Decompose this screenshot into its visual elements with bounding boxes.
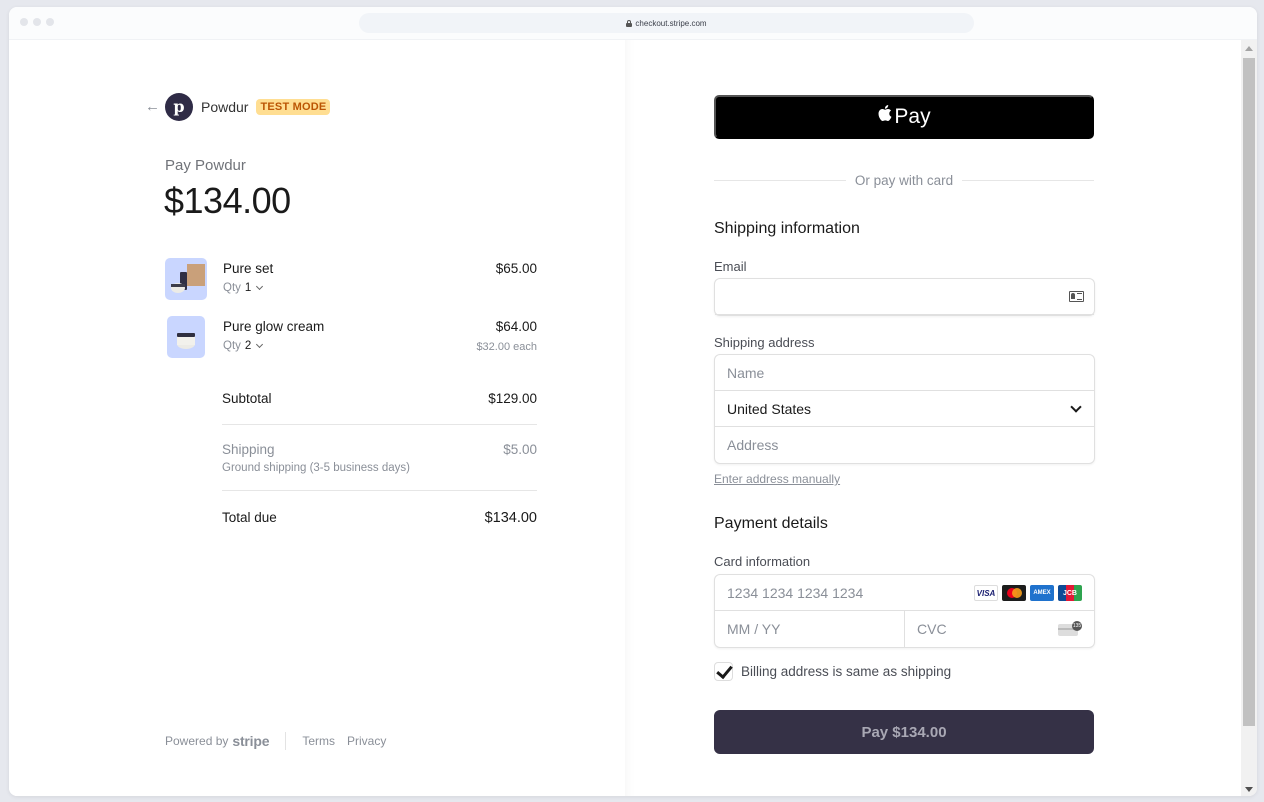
cvc-card-icon: 135 — [1058, 621, 1082, 637]
privacy-link[interactable]: Privacy — [347, 734, 386, 748]
subtotal-label: Subtotal — [222, 391, 272, 406]
window-dot[interactable] — [33, 18, 41, 26]
product-image — [165, 258, 207, 300]
chevron-down-icon — [1070, 401, 1082, 413]
total-label: Total due — [222, 510, 277, 525]
mastercard-icon — [1002, 585, 1026, 601]
country-select[interactable]: United States — [715, 391, 1094, 427]
chevron-down-icon — [256, 282, 264, 291]
shipping-value: $5.00 — [503, 442, 537, 457]
billing-same-label: Billing address is same as shipping — [741, 664, 952, 679]
total-amount: $134.00 — [164, 180, 291, 221]
divider-line — [962, 179, 1095, 181]
merchant-header: ← p Powdur TEST MODE — [145, 93, 331, 121]
amex-icon: AMEX — [1030, 585, 1054, 601]
pay-merchant-label: Pay Powdur — [165, 157, 246, 174]
or-divider: Or pay with card — [714, 172, 1095, 188]
email-label: Email — [714, 259, 747, 274]
payment-details-heading: Payment details — [714, 515, 828, 532]
order-summary-pane: ← p Powdur TEST MODE Pay Powdur $134.00 … — [9, 40, 625, 796]
address-bar[interactable]: checkout.stripe.com — [359, 13, 974, 33]
shipping-row: Shipping $5.00 Ground shipping (3-5 busi… — [222, 442, 537, 474]
cvc-placeholder: CVC — [917, 621, 947, 637]
visa-icon: VISA — [974, 585, 998, 601]
shipping-label: Shipping — [222, 442, 275, 457]
test-mode-badge: TEST MODE — [256, 99, 331, 115]
item-price: $64.00 — [495, 319, 537, 334]
divider-line — [714, 179, 846, 181]
window-controls — [20, 18, 54, 26]
name-input[interactable]: Name — [715, 355, 1094, 391]
glow-cream-image — [177, 333, 195, 349]
quantity-selector[interactable]: Qty 2 — [223, 340, 264, 352]
quantity-selector[interactable]: Qty 1 — [223, 282, 264, 294]
item-name: Pure set — [223, 261, 274, 276]
line-item: Pure set Qty 1 $65.00 — [165, 258, 537, 300]
total-row: Total due $134.00 — [222, 510, 537, 530]
qty-label: Qty — [223, 340, 241, 352]
cvc-input[interactable]: CVC 135 — [904, 611, 1094, 647]
terms-link[interactable]: Terms — [302, 734, 335, 748]
card-brands: VISA AMEX JCB — [974, 585, 1082, 601]
expiry-input[interactable]: MM / YY — [715, 611, 904, 647]
scroll-up-arrow-icon[interactable] — [1245, 46, 1253, 51]
browser-window: checkout.stripe.com ← p Powdur TEST MODE… — [9, 7, 1257, 796]
payment-pane: Pay Or pay with card Shipping informatio… — [625, 40, 1241, 796]
qty-label: Qty — [223, 282, 241, 294]
card-expiry-cvc-row: MM / YY CVC 135 — [715, 611, 1094, 647]
window-dot[interactable] — [20, 18, 28, 26]
address-input[interactable]: Address — [715, 427, 1094, 463]
stripe-logo[interactable]: stripe — [232, 733, 269, 749]
card-number-row: 1234 1234 1234 1234 VISA AMEX JCB — [715, 575, 1094, 611]
or-pay-with-card-text: Or pay with card — [854, 172, 954, 188]
apple-pay-button[interactable]: Pay — [714, 95, 1094, 139]
lock-icon — [626, 19, 633, 27]
country-value: United States — [727, 400, 812, 417]
shipping-information-heading: Shipping information — [714, 220, 860, 237]
powered-by-text: Powered by — [165, 734, 229, 748]
email-field[interactable] — [714, 278, 1095, 316]
card-information-label: Card information — [714, 554, 811, 569]
apple-icon — [877, 104, 892, 127]
footer: Powered by stripe Terms Privacy — [165, 732, 398, 750]
browser-chrome: checkout.stripe.com — [9, 7, 1257, 40]
merchant-name: Powdur — [201, 99, 249, 115]
shipping-address-group: Name United States Address — [714, 354, 1095, 464]
footer-divider — [285, 732, 287, 750]
apple-pay-label: Pay — [894, 105, 931, 128]
card-information-group: 1234 1234 1234 1234 VISA AMEX JCB MM / Y… — [714, 574, 1095, 648]
expiry-placeholder: MM / YY — [727, 621, 781, 637]
pay-button[interactable]: Pay $134.00 — [714, 710, 1094, 754]
divider — [222, 490, 537, 491]
contact-card-icon[interactable] — [1069, 291, 1084, 302]
shipping-description: Ground shipping (3-5 business days) — [222, 462, 410, 474]
shipping-address-label: Shipping address — [714, 335, 815, 350]
scrollbar[interactable] — [1241, 40, 1257, 796]
item-name: Pure glow cream — [223, 319, 325, 334]
back-arrow-icon[interactable]: ← — [145, 99, 160, 114]
qty-value: 1 — [244, 282, 252, 294]
total-value: $134.00 — [484, 510, 537, 526]
email-input[interactable] — [715, 279, 1094, 315]
enter-address-manually-link[interactable]: Enter address manually — [714, 472, 840, 486]
subtotal-value: $129.00 — [488, 391, 537, 406]
qty-value: 2 — [244, 340, 252, 352]
product-image — [167, 316, 205, 358]
item-price: $65.00 — [495, 261, 537, 276]
pure-set-image — [171, 264, 205, 293]
divider — [222, 424, 537, 425]
billing-checkbox[interactable] — [714, 662, 733, 681]
merchant-logo[interactable]: p — [165, 93, 193, 121]
jcb-icon: JCB — [1058, 585, 1082, 601]
billing-same-as-shipping[interactable]: Billing address is same as shipping — [714, 662, 951, 681]
scroll-thumb[interactable] — [1243, 58, 1255, 726]
subtotal-row: Subtotal $129.00 — [222, 391, 537, 411]
window-dot[interactable] — [46, 18, 54, 26]
chevron-down-icon — [256, 340, 264, 349]
unit-price: $32.00 each — [476, 341, 537, 353]
url-text: checkout.stripe.com — [635, 18, 707, 28]
line-item: Pure glow cream Qty 2 $64.00 $32.00 each — [165, 316, 537, 358]
card-number-placeholder: 1234 1234 1234 1234 — [727, 584, 864, 601]
scroll-down-arrow-icon[interactable] — [1245, 787, 1253, 792]
